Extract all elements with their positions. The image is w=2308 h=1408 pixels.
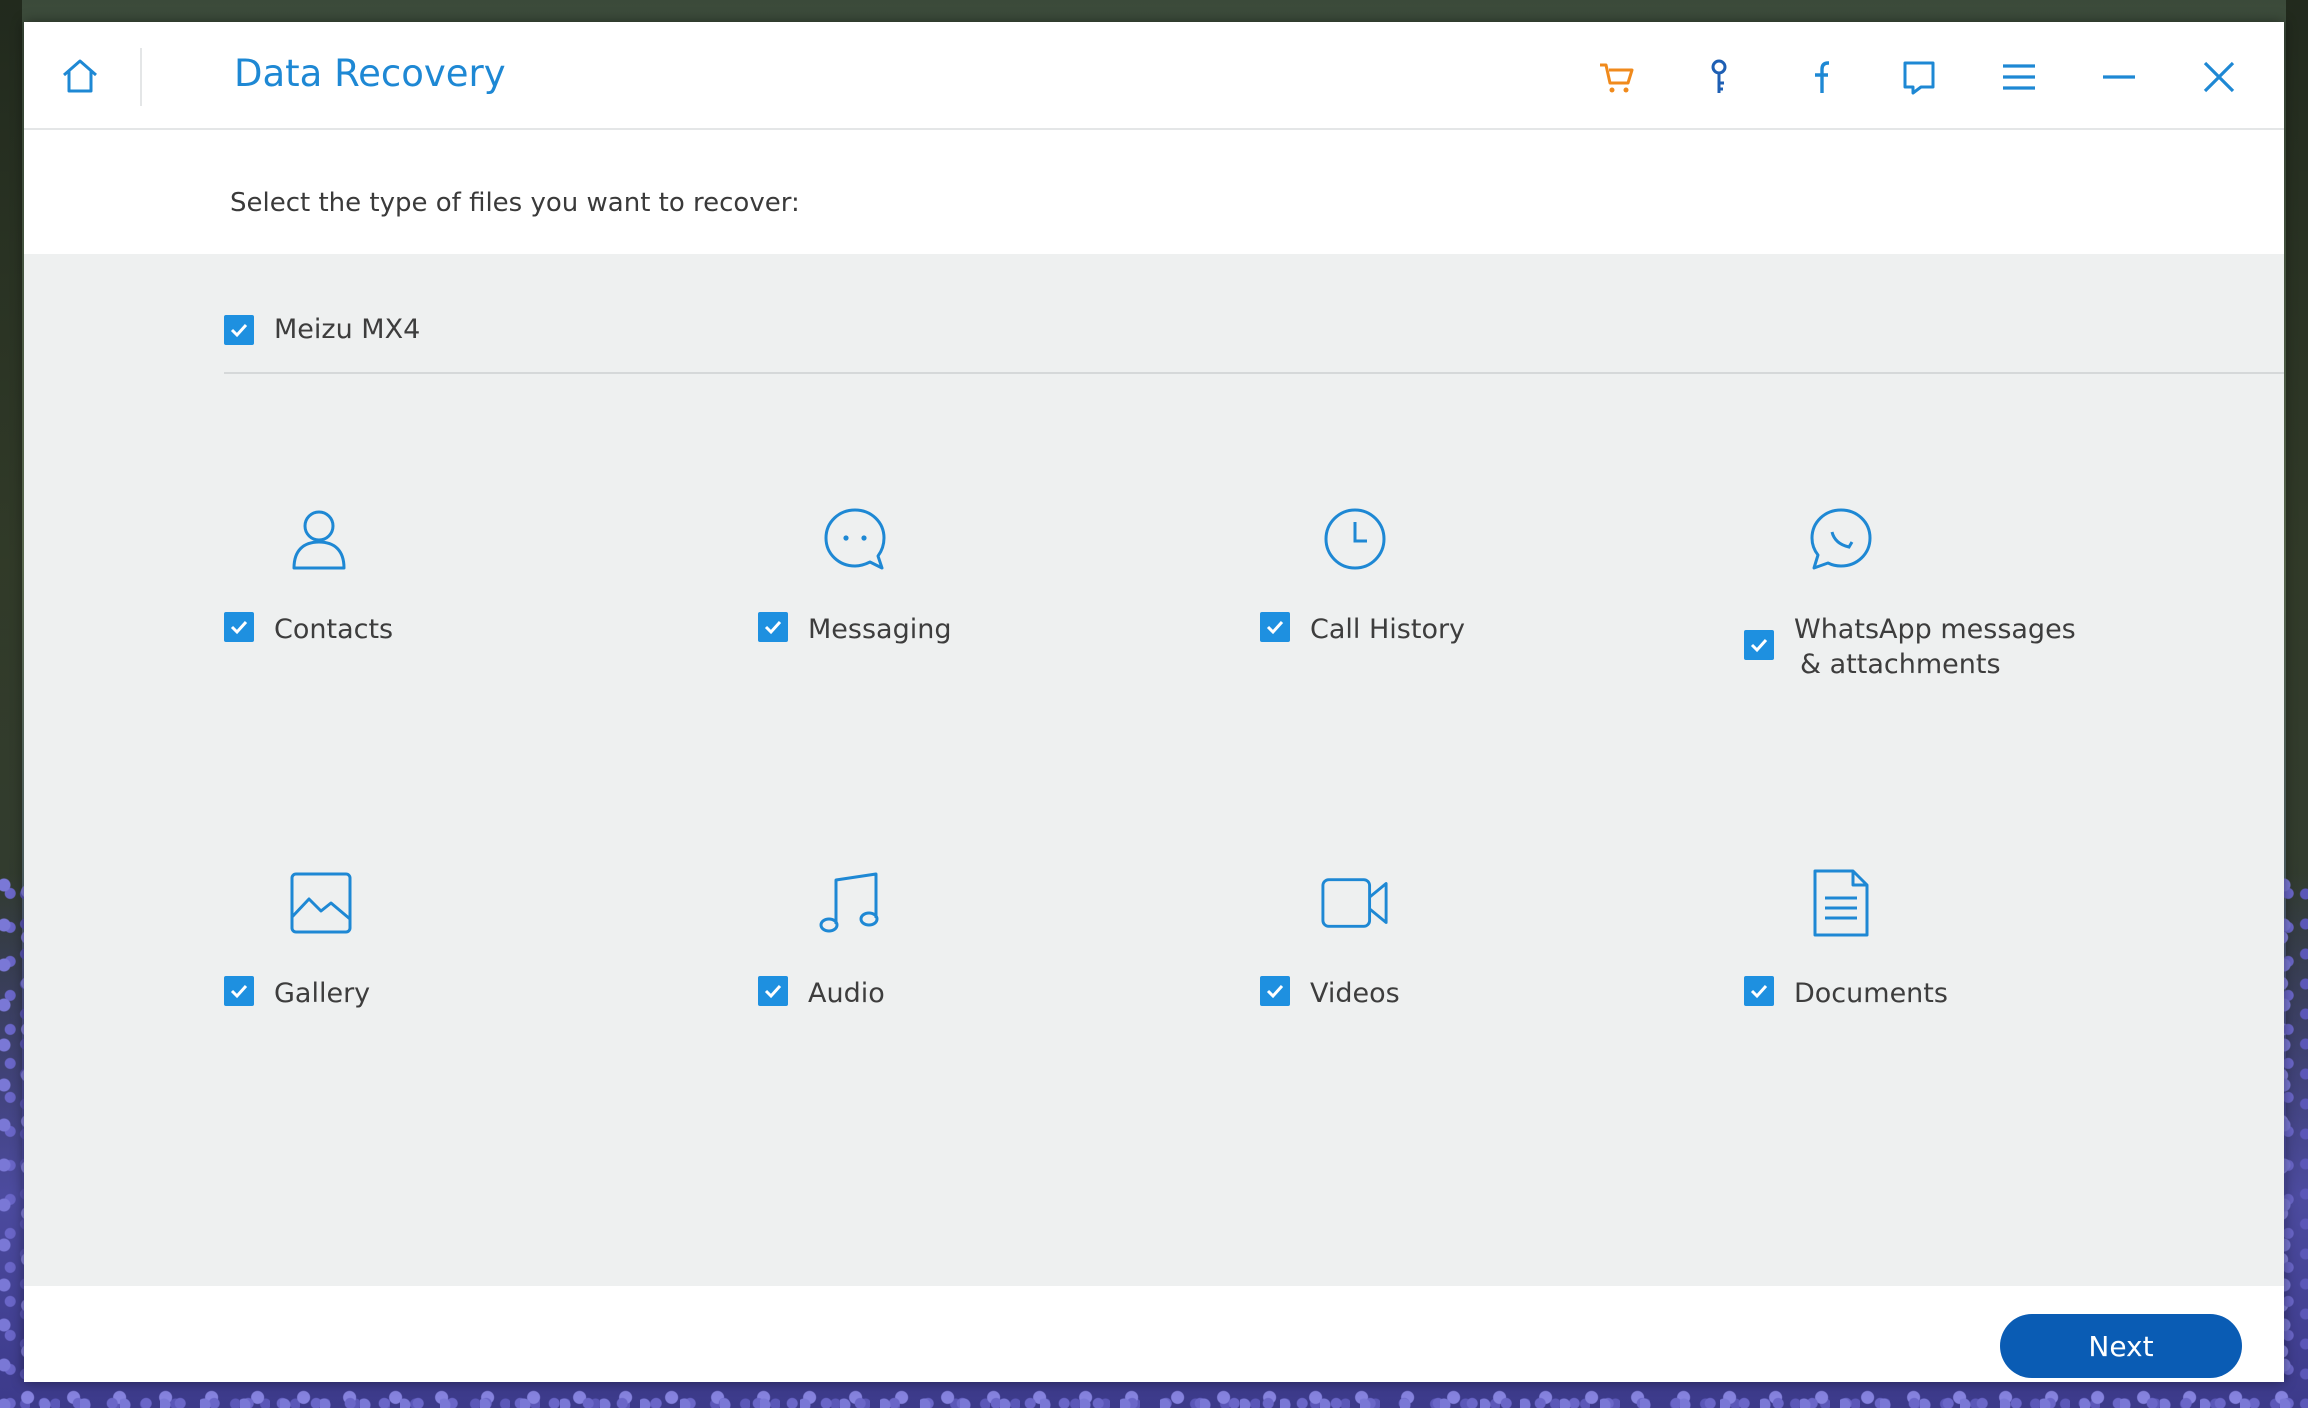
whatsapp-label-line2: & attachments bbox=[1800, 649, 2001, 681]
key-icon[interactable] bbox=[1694, 52, 1744, 102]
music-icon bbox=[816, 868, 886, 938]
call-history-checkbox[interactable] bbox=[1260, 612, 1290, 642]
home-icon[interactable] bbox=[54, 50, 106, 102]
instruction-text: Select the type of files you want to rec… bbox=[230, 188, 800, 218]
device-select-row[interactable]: Meizu MX4 bbox=[224, 312, 420, 347]
close-icon[interactable] bbox=[2194, 52, 2244, 102]
cart-icon[interactable] bbox=[1592, 52, 1642, 102]
title-bar: Data Recovery bbox=[24, 22, 2284, 130]
menu-icon[interactable] bbox=[1994, 52, 2044, 102]
contact-icon bbox=[284, 504, 354, 574]
app-title: Data Recovery bbox=[234, 52, 506, 95]
videos-checkbox[interactable] bbox=[1260, 976, 1290, 1006]
videos-label: Videos bbox=[1310, 978, 1400, 1009]
instruction-bar: Select the type of files you want to rec… bbox=[24, 132, 2284, 254]
whatsapp-label: WhatsApp messages & attachments bbox=[1794, 612, 2076, 682]
video-icon bbox=[1320, 868, 1390, 938]
image-icon bbox=[286, 868, 356, 938]
audio-checkbox[interactable] bbox=[758, 976, 788, 1006]
facebook-icon[interactable] bbox=[1794, 52, 1844, 102]
document-icon bbox=[1806, 868, 1876, 938]
feedback-icon[interactable] bbox=[1894, 52, 1944, 102]
contacts-label: Contacts bbox=[274, 614, 394, 645]
gallery-checkbox[interactable] bbox=[224, 976, 254, 1006]
file-type-panel: Meizu MX4 Contacts Messaging Call Histor… bbox=[24, 254, 2284, 1286]
minimize-icon[interactable] bbox=[2094, 52, 2144, 102]
device-name: Meizu MX4 bbox=[274, 314, 421, 345]
audio-label: Audio bbox=[808, 978, 885, 1009]
call-history-label: Call History bbox=[1310, 614, 1466, 645]
app-window: Data Recovery Select the type of files y… bbox=[24, 22, 2284, 1382]
documents-checkbox[interactable] bbox=[1744, 976, 1774, 1006]
device-divider bbox=[224, 372, 2284, 374]
footer-bar: Next bbox=[24, 1286, 2284, 1382]
device-checkbox[interactable] bbox=[224, 314, 254, 345]
gallery-label: Gallery bbox=[274, 978, 371, 1009]
whatsapp-label-line1: WhatsApp messages bbox=[1794, 614, 2076, 645]
message-icon bbox=[820, 504, 890, 574]
whatsapp-checkbox[interactable] bbox=[1744, 630, 1774, 660]
whatsapp-icon bbox=[1806, 504, 1876, 574]
clock-icon bbox=[1320, 504, 1390, 574]
contacts-checkbox[interactable] bbox=[224, 612, 254, 642]
next-button[interactable]: Next bbox=[2000, 1314, 2242, 1378]
messaging-label: Messaging bbox=[808, 614, 952, 645]
messaging-checkbox[interactable] bbox=[758, 612, 788, 642]
documents-label: Documents bbox=[1794, 978, 1948, 1009]
title-divider bbox=[140, 48, 142, 106]
